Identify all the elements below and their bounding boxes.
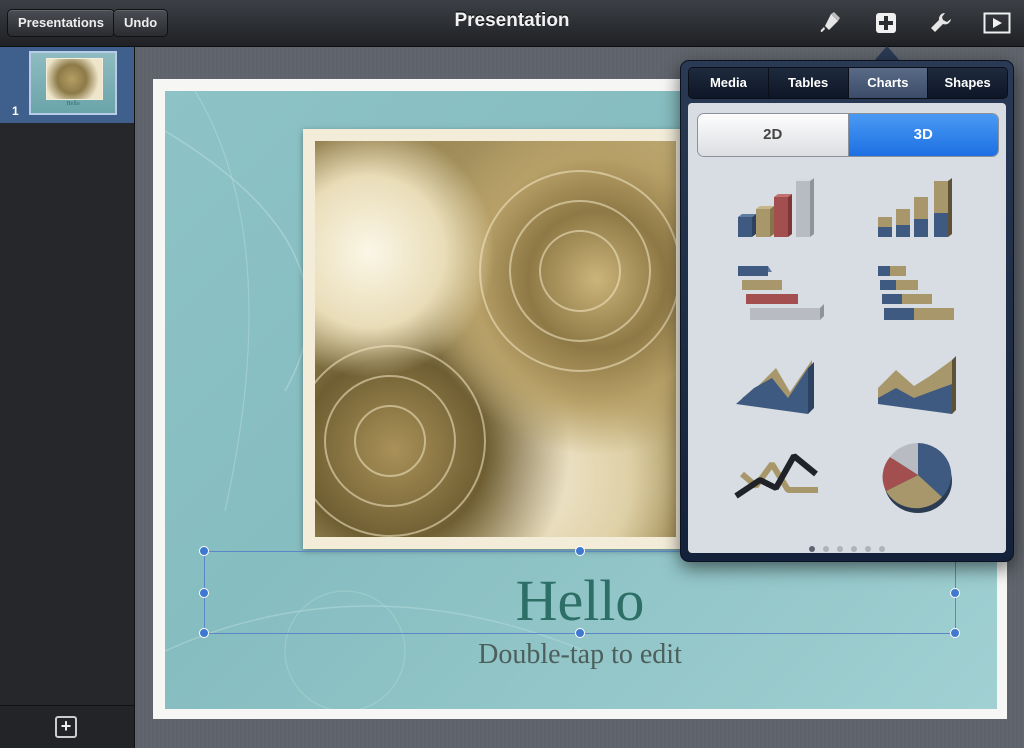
thumbnail-title: Hello	[66, 101, 80, 107]
resize-handle[interactable]	[575, 628, 585, 638]
chart-gallery: 2D 3D	[688, 103, 1006, 553]
resize-handle[interactable]	[950, 588, 960, 598]
segment-2d[interactable]: 2D	[698, 114, 849, 156]
page-dot	[823, 546, 829, 552]
page-dot	[809, 546, 815, 552]
page-dot	[865, 546, 871, 552]
insert-tabs: Media Tables Charts Shapes	[688, 67, 1008, 99]
dimension-toggle: 2D 3D	[697, 113, 999, 157]
undo-button[interactable]: Undo	[113, 9, 169, 37]
add-icon[interactable]	[871, 8, 901, 38]
slide-number: 1	[12, 104, 19, 118]
page-dot	[851, 546, 857, 552]
3d-stacked-column-chart-icon[interactable]	[868, 173, 968, 251]
slide-thumbnail[interactable]: Hello	[29, 51, 117, 115]
slide-navigator: 1 Hello +	[0, 47, 135, 748]
insert-popover: Media Tables Charts Shapes 2D 3D	[680, 60, 1014, 562]
photo-frame[interactable]	[303, 129, 688, 549]
sidebar-footer: +	[0, 705, 134, 748]
flower-photo	[315, 141, 676, 537]
resize-handle[interactable]	[199, 628, 209, 638]
thumbnail-image	[46, 58, 103, 100]
presentations-button[interactable]: Presentations	[7, 9, 115, 37]
add-slide-icon[interactable]: +	[55, 716, 77, 738]
text-selection-box[interactable]	[199, 546, 960, 638]
wrench-icon[interactable]	[926, 8, 956, 38]
3d-column-chart-icon[interactable]	[728, 173, 828, 251]
3d-stacked-area-chart-icon[interactable]	[868, 348, 968, 426]
tab-tables[interactable]: Tables	[768, 68, 849, 98]
tab-media[interactable]: Media	[689, 68, 769, 98]
resize-handle[interactable]	[575, 546, 585, 556]
page-dot	[879, 546, 885, 552]
3d-stacked-bar-chart-icon[interactable]	[868, 258, 968, 336]
resize-handle[interactable]	[199, 546, 209, 556]
page-dot	[837, 546, 843, 552]
page-indicator[interactable]	[688, 539, 1006, 557]
popover-arrow	[874, 46, 900, 61]
3d-bar-chart-icon[interactable]	[728, 258, 828, 336]
3d-line-chart-icon[interactable]	[728, 438, 828, 516]
3d-area-chart-icon[interactable]	[728, 348, 828, 426]
slide-thumbnail-row[interactable]: 1 Hello	[0, 47, 134, 123]
resize-handle[interactable]	[950, 628, 960, 638]
toolbar: Presentations Undo Presentation	[0, 0, 1024, 47]
slide-subtitle[interactable]: Double-tap to edit	[153, 639, 1007, 671]
tab-shapes[interactable]: Shapes	[928, 68, 1007, 98]
segment-3d[interactable]: 3D	[848, 114, 998, 156]
3d-pie-chart-icon[interactable]	[868, 433, 968, 513]
tab-charts[interactable]: Charts	[848, 68, 929, 98]
play-icon[interactable]	[982, 8, 1012, 38]
resize-handle[interactable]	[199, 588, 209, 598]
paintbrush-icon[interactable]	[814, 8, 844, 38]
